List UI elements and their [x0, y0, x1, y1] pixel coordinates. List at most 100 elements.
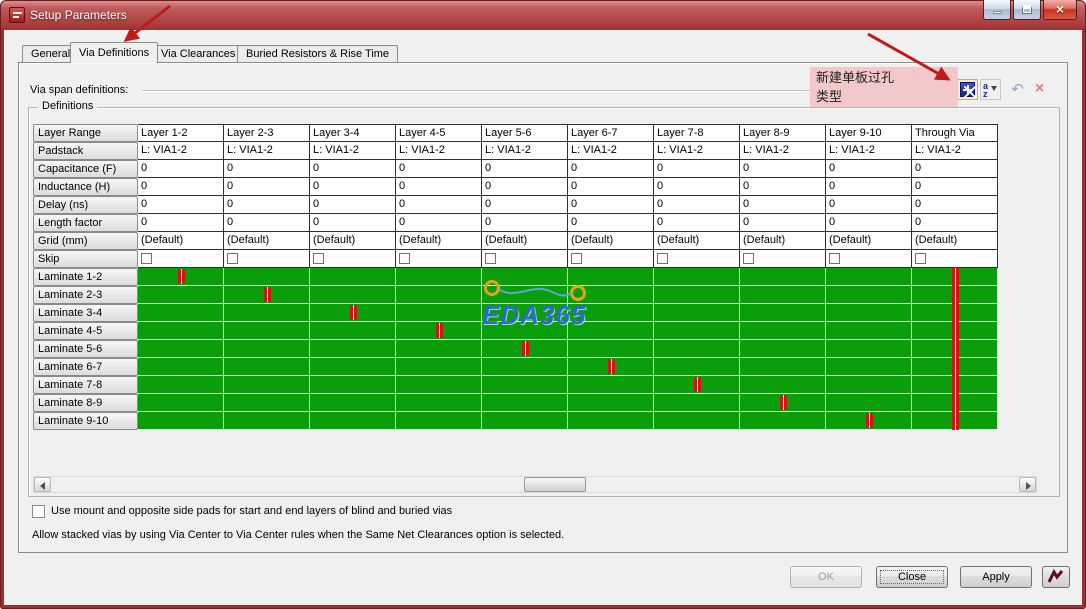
grid-cell[interactable]: 0: [482, 196, 568, 214]
skip-checkbox[interactable]: [915, 253, 926, 264]
close-window-button[interactable]: ×: [1043, 0, 1077, 20]
grid-cell[interactable]: 0: [138, 214, 224, 232]
grid-cell[interactable]: 0: [568, 160, 654, 178]
via-span-row[interactable]: [138, 340, 998, 358]
scrollbar-thumb[interactable]: [524, 477, 586, 492]
grid-cell[interactable]: 0: [396, 178, 482, 196]
horizontal-scrollbar[interactable]: [33, 476, 1037, 493]
grid-cell[interactable]: 0: [826, 178, 912, 196]
corner-tool-button[interactable]: [1042, 566, 1070, 588]
via-span-row[interactable]: [138, 412, 998, 430]
close-button[interactable]: Close: [876, 566, 948, 588]
row-header[interactable]: Layer Range: [33, 124, 138, 142]
minimize-button[interactable]: [983, 0, 1011, 20]
new-via-type-button[interactable]: [957, 79, 978, 100]
skip-cell[interactable]: [826, 250, 912, 268]
grid-cell[interactable]: 0: [396, 214, 482, 232]
via-span-row[interactable]: [138, 376, 998, 394]
grid-cell[interactable]: 0: [310, 160, 396, 178]
via-span-row[interactable]: [138, 322, 998, 340]
grid-cell[interactable]: Layer 4-5: [396, 124, 482, 142]
grid-cell[interactable]: L: VIA1-2: [482, 142, 568, 160]
grid-cell[interactable]: (Default): [654, 232, 740, 250]
maximize-button[interactable]: [1013, 0, 1041, 20]
via-marker[interactable]: [866, 413, 873, 428]
grid-cell[interactable]: L: VIA1-2: [912, 142, 998, 160]
row-header[interactable]: Capacitance (F): [33, 160, 138, 178]
grid-cell[interactable]: Layer 7-8: [654, 124, 740, 142]
scroll-left-button[interactable]: [34, 477, 51, 492]
grid-cell[interactable]: (Default): [138, 232, 224, 250]
row-header[interactable]: Inductance (H): [33, 178, 138, 196]
grid-cell[interactable]: 0: [482, 178, 568, 196]
grid-cell[interactable]: 0: [740, 160, 826, 178]
row-header[interactable]: Length factor: [33, 214, 138, 232]
grid-cell[interactable]: 0: [310, 178, 396, 196]
row-header[interactable]: Skip: [33, 250, 138, 268]
skip-cell[interactable]: [912, 250, 998, 268]
laminate-row-header[interactable]: Laminate 5-6: [33, 340, 138, 358]
via-marker[interactable]: [694, 377, 701, 392]
grid-cell[interactable]: Layer 3-4: [310, 124, 396, 142]
grid-cell[interactable]: 0: [138, 160, 224, 178]
mount-pads-checkbox[interactable]: [32, 505, 45, 518]
skip-checkbox[interactable]: [743, 253, 754, 264]
skip-checkbox[interactable]: [657, 253, 668, 264]
grid-cell[interactable]: 0: [138, 178, 224, 196]
grid-cell[interactable]: 0: [912, 214, 998, 232]
undo-button[interactable]: ↶: [1007, 79, 1028, 100]
grid-cell[interactable]: L: VIA1-2: [826, 142, 912, 160]
grid-cell[interactable]: Layer 5-6: [482, 124, 568, 142]
grid-cell[interactable]: 0: [568, 196, 654, 214]
skip-checkbox[interactable]: [313, 253, 324, 264]
tab-via-definitions[interactable]: Via Definitions: [70, 42, 159, 63]
grid-cell[interactable]: 0: [826, 160, 912, 178]
grid-cell[interactable]: (Default): [826, 232, 912, 250]
laminate-row-header[interactable]: Laminate 4-5: [33, 322, 138, 340]
skip-checkbox[interactable]: [571, 253, 582, 264]
grid-cell[interactable]: 0: [310, 214, 396, 232]
scroll-right-button[interactable]: [1019, 477, 1036, 492]
grid-cell[interactable]: (Default): [396, 232, 482, 250]
grid-cell[interactable]: 0: [310, 196, 396, 214]
grid-cell[interactable]: (Default): [912, 232, 998, 250]
grid-cell[interactable]: 0: [912, 160, 998, 178]
grid-cell[interactable]: 0: [396, 160, 482, 178]
skip-cell[interactable]: [138, 250, 224, 268]
through-via-line[interactable]: [952, 268, 959, 430]
grid-cell[interactable]: 0: [224, 178, 310, 196]
row-header[interactable]: Grid (mm): [33, 232, 138, 250]
skip-cell[interactable]: [740, 250, 826, 268]
grid-cell[interactable]: L: VIA1-2: [310, 142, 396, 160]
laminate-row-header[interactable]: Laminate 8-9: [33, 394, 138, 412]
grid-cell[interactable]: 0: [138, 196, 224, 214]
laminate-row-header[interactable]: Laminate 3-4: [33, 304, 138, 322]
skip-cell[interactable]: [482, 250, 568, 268]
skip-cell[interactable]: [396, 250, 482, 268]
via-marker[interactable]: [350, 305, 357, 320]
grid-cell[interactable]: Layer 8-9: [740, 124, 826, 142]
via-span-row[interactable]: [138, 394, 998, 412]
grid-cell[interactable]: L: VIA1-2: [224, 142, 310, 160]
grid-cell[interactable]: L: VIA1-2: [568, 142, 654, 160]
grid-cell[interactable]: (Default): [740, 232, 826, 250]
tab-via-clearances[interactable]: Via Clearances: [152, 45, 245, 62]
grid-cell[interactable]: (Default): [310, 232, 396, 250]
row-header[interactable]: Delay (ns): [33, 196, 138, 214]
grid-cell[interactable]: Layer 6-7: [568, 124, 654, 142]
grid-cell[interactable]: 0: [224, 160, 310, 178]
via-marker[interactable]: [522, 341, 529, 356]
grid-cell[interactable]: 0: [826, 196, 912, 214]
grid-cell[interactable]: 0: [654, 196, 740, 214]
skip-checkbox[interactable]: [227, 253, 238, 264]
grid-cell[interactable]: L: VIA1-2: [396, 142, 482, 160]
grid-cell[interactable]: 0: [826, 214, 912, 232]
grid-cell[interactable]: L: VIA1-2: [654, 142, 740, 160]
via-marker[interactable]: [178, 269, 185, 284]
laminate-row-header[interactable]: Laminate 1-2: [33, 268, 138, 286]
grid-cell[interactable]: Layer 2-3: [224, 124, 310, 142]
via-span-row[interactable]: [138, 358, 998, 376]
skip-cell[interactable]: [310, 250, 396, 268]
grid-cell[interactable]: L: VIA1-2: [138, 142, 224, 160]
tab-buried-resistors[interactable]: Buried Resistors & Rise Time: [237, 45, 399, 62]
